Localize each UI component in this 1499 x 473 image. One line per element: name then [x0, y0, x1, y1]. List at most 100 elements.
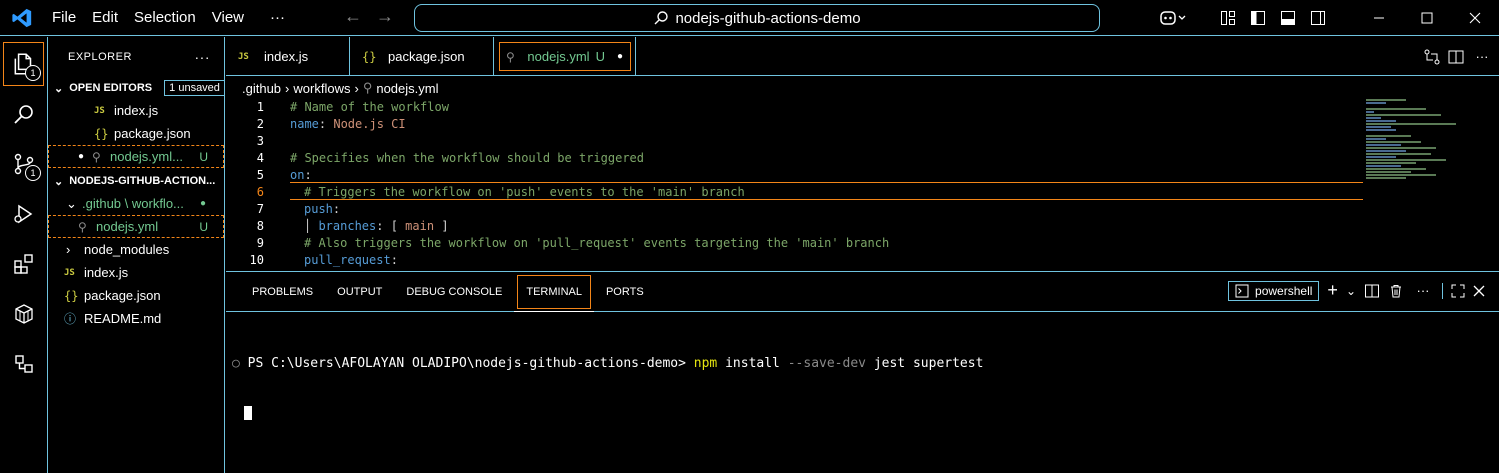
- more-actions-icon[interactable]: ···: [1471, 49, 1493, 64]
- terminal-command-line: ○ PS C:\Users\AFOLAYAN OLADIPO\nodejs-gi…: [232, 356, 984, 371]
- menu-view[interactable]: View: [204, 0, 252, 36]
- code-editor[interactable]: 1 # Name of the workflow 2 name: Node.js…: [226, 98, 1499, 271]
- tab-index-js[interactable]: JS index.js: [226, 37, 350, 76]
- breadcrumb-file[interactable]: nodejs.yml: [376, 81, 438, 96]
- menu-more-button[interactable]: ···: [262, 0, 293, 36]
- code-line-2: name: Node.js CI: [290, 116, 406, 131]
- search-text: nodejs-github-actions-demo: [675, 9, 861, 27]
- terminal-shell-selector[interactable]: powershell: [1228, 280, 1320, 301]
- unsaved-badge: 1 unsaved: [164, 80, 224, 96]
- kill-terminal-icon[interactable]: [1388, 283, 1404, 299]
- terminal-cursor: [244, 405, 252, 420]
- chevron-down-icon: ⌄: [54, 175, 64, 188]
- code-line-5: on:: [290, 167, 312, 182]
- open-editor-index-js[interactable]: JS index.js: [48, 99, 224, 122]
- tab-debug-console[interactable]: DEBUG CONSOLE: [394, 272, 514, 312]
- code-line-8: │ branches: [ main ]: [304, 218, 449, 233]
- tab-nodejs-yml[interactable]: ⚲ nodejs.yml U ●: [494, 37, 636, 76]
- file-index-js[interactable]: JS index.js: [48, 261, 224, 284]
- source-control-badge: 1: [25, 165, 41, 181]
- extensions-icon[interactable]: [0, 239, 47, 289]
- dirty-dot-icon: ●: [78, 151, 85, 162]
- tab-output[interactable]: OUTPUT: [325, 272, 394, 312]
- terminal-icon: [1235, 284, 1249, 297]
- js-icon: JS: [94, 105, 105, 116]
- folder-node-modules[interactable]: › node_modules: [48, 238, 224, 261]
- run-debug-icon[interactable]: [0, 189, 47, 239]
- chevron-down-icon[interactable]: ⌄: [1346, 284, 1356, 298]
- toggle-panel-icon[interactable]: [1273, 0, 1303, 36]
- source-control-icon[interactable]: 1: [0, 139, 47, 189]
- chevron-right-icon: ›: [66, 242, 71, 257]
- info-icon: ⓘ: [64, 312, 77, 326]
- split-terminal-icon[interactable]: [1364, 283, 1380, 299]
- maximize-panel-icon[interactable]: [1451, 284, 1465, 298]
- chevron-right-icon: ›: [285, 80, 290, 96]
- json-icon: {}: [362, 49, 377, 64]
- line-number: 7: [256, 201, 264, 216]
- menu-edit[interactable]: Edit: [84, 0, 126, 36]
- minimap[interactable]: [1366, 98, 1466, 218]
- close-panel-icon[interactable]: [1473, 285, 1485, 297]
- file-nodejs-yml[interactable]: ⚲ nodejs.yml U: [48, 215, 224, 238]
- file-package-json[interactable]: {} package.json: [48, 284, 224, 307]
- menu-file[interactable]: File: [44, 0, 84, 36]
- maximize-button[interactable]: [1403, 0, 1451, 36]
- editor-tabs: JS index.js {} package.json ⚲ nodejs.yml…: [226, 37, 1499, 76]
- customize-layout-icon[interactable]: [1213, 0, 1243, 36]
- minimize-button[interactable]: [1355, 0, 1403, 36]
- explorer-more-button[interactable]: ···: [195, 49, 211, 65]
- tab-problems[interactable]: PROBLEMS: [240, 272, 325, 312]
- menu-selection[interactable]: Selection: [126, 0, 204, 36]
- explorer-badge: 1: [25, 65, 41, 81]
- bottom-panel: PROBLEMS OUTPUT DEBUG CONSOLE TERMINAL P…: [226, 271, 1499, 473]
- file-readme[interactable]: ⓘ README.md: [48, 307, 224, 330]
- dirty-dot-icon[interactable]: ●: [617, 51, 623, 62]
- toggle-secondary-sidebar-icon[interactable]: [1303, 0, 1333, 36]
- code-line-4: # Specifies when the workflow should be …: [290, 150, 645, 165]
- split-editor-icon[interactable]: [1447, 48, 1465, 66]
- new-terminal-icon[interactable]: +: [1327, 280, 1338, 301]
- chevron-down-icon: ⌄: [66, 195, 77, 211]
- compare-changes-icon[interactable]: [1423, 48, 1441, 66]
- untracked-flag: U: [199, 219, 208, 234]
- explorer-title: EXPLORER: [68, 51, 132, 63]
- modified-dot-icon: ●: [199, 198, 206, 209]
- copilot-icon[interactable]: [1153, 0, 1193, 36]
- back-arrow-icon[interactable]: ←: [344, 6, 362, 27]
- project-folder-header[interactable]: ⌄ NODEJS-GITHUB-ACTION...: [48, 170, 224, 192]
- line-number: 8: [256, 218, 264, 233]
- code-line-9: # Also triggers the workflow on 'pull_re…: [304, 235, 890, 250]
- open-editors-label: OPEN EDITORS: [69, 82, 153, 94]
- tab-package-json[interactable]: {} package.json: [350, 37, 494, 76]
- more-actions-icon[interactable]: ···: [1412, 283, 1434, 298]
- line-number: 4: [256, 150, 264, 165]
- workflow-file-icon: ⚲: [92, 149, 101, 164]
- open-editors-header[interactable]: ⌄ OPEN EDITORS 1 unsaved: [48, 77, 224, 99]
- line-number: 3: [256, 133, 264, 148]
- json-icon: {}: [64, 288, 79, 303]
- chevron-down-icon: ⌄: [54, 82, 64, 95]
- explorer-icon[interactable]: 1: [0, 39, 47, 89]
- toggle-sidebar-icon[interactable]: [1243, 0, 1273, 36]
- tab-ports[interactable]: PORTS: [594, 272, 656, 312]
- remote-explorer-icon[interactable]: [0, 289, 47, 339]
- workflow-file-icon: ⚲: [78, 219, 87, 234]
- open-editor-package-json[interactable]: {} package.json: [48, 122, 224, 145]
- breadcrumb-github[interactable]: .github: [242, 81, 281, 96]
- close-window-button[interactable]: [1451, 0, 1499, 36]
- forward-arrow-icon[interactable]: →: [376, 6, 394, 27]
- untracked-flag: U: [595, 49, 605, 64]
- breadcrumb: .github › workflows › ⚲ nodejs.yml: [242, 78, 438, 98]
- open-editor-nodejs-yml[interactable]: ● ⚲ nodejs.yml... U: [48, 145, 224, 168]
- breadcrumb-workflows[interactable]: workflows: [293, 81, 350, 96]
- command-decoration-icon: ○: [232, 356, 248, 371]
- terminal-output[interactable]: ○ PS C:\Users\AFOLAYAN OLADIPO\nodejs-gi…: [232, 326, 983, 450]
- folder-github-workflows[interactable]: ⌄ .github \ workflo... ●: [48, 192, 224, 215]
- search-activity-icon[interactable]: [0, 89, 47, 139]
- line-number: 2: [256, 116, 264, 131]
- tab-terminal[interactable]: TERMINAL: [514, 272, 594, 312]
- command-center-search[interactable]: nodejs-github-actions-demo: [414, 4, 1100, 32]
- docker-icon[interactable]: [0, 339, 47, 389]
- code-line-1: # Name of the workflow: [290, 99, 449, 114]
